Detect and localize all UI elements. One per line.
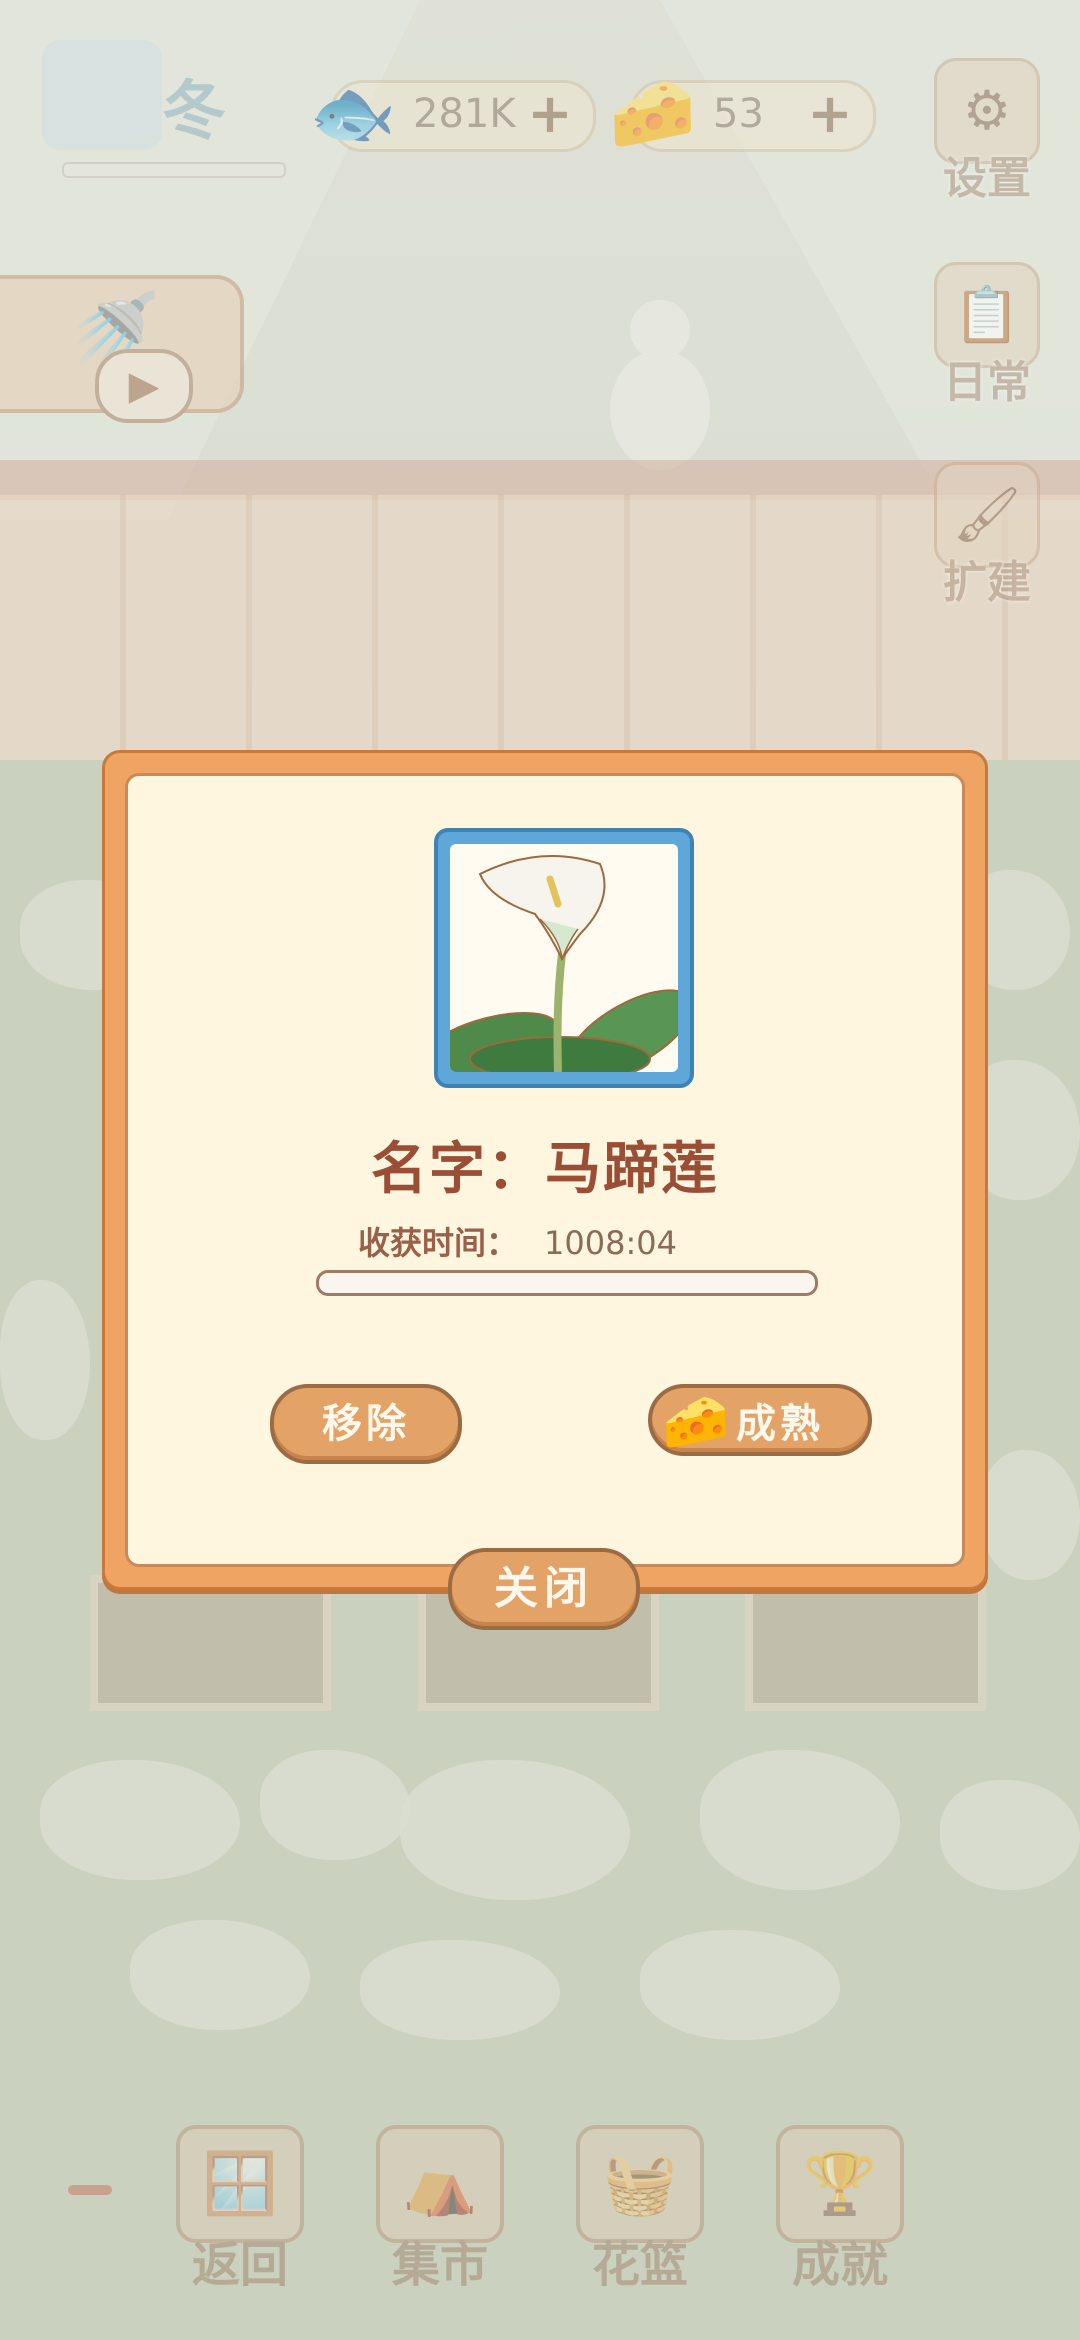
plant-info-dialog: 名字：马蹄莲 收获时间： 1008:04 移除 🧀 成熟 <box>102 750 988 1590</box>
daily-label: 日常 <box>943 357 1031 408</box>
cheese-icon: 🧀 <box>609 72 697 154</box>
season-progress-bar <box>62 162 286 178</box>
nav-basket[interactable]: 🧺 花篮 <box>575 2125 705 2295</box>
collapse-handle[interactable] <box>68 2185 112 2195</box>
settings-button[interactable]: ⚙ 设置 <box>932 58 1042 204</box>
nav-back-label: 返回 <box>191 2237 288 2293</box>
season-label: 冬 <box>162 75 226 149</box>
nav-market-label: 集市 <box>391 2237 488 2293</box>
nav-achievement[interactable]: 🏆 成就 <box>775 2125 905 2295</box>
harvest-time-value: 1008:04 <box>544 1224 677 1262</box>
nav-achievement-label: 成就 <box>791 2237 888 2293</box>
daily-button[interactable]: 📋 日常 <box>932 262 1042 408</box>
growth-progress-bar <box>316 1270 818 1296</box>
winter-tree-icon <box>42 40 162 150</box>
bottom-navigation: 🪟 返回 ⛺ 集市 🧺 花篮 🏆 成就 <box>0 2110 1080 2310</box>
fish-amount: 281K <box>413 91 516 137</box>
harvest-time-label: 收获时间： <box>358 1224 519 1262</box>
plant-name: 名字：马蹄莲 <box>371 1137 719 1202</box>
settings-label: 设置 <box>943 153 1031 204</box>
add-cheese-button[interactable]: + <box>805 87 855 141</box>
expand-button[interactable]: 🖌 扩建 <box>932 462 1042 608</box>
calla-lily-image <box>450 844 678 1072</box>
cheese-amount: 53 <box>713 91 764 137</box>
remove-button[interactable]: 移除 <box>270 1384 462 1464</box>
nav-basket-label: 花篮 <box>591 2237 688 2293</box>
add-fish-button[interactable]: + <box>525 87 575 141</box>
harvest-time-row: 收获时间： 1008:04 <box>358 1218 677 1264</box>
ripen-button[interactable]: 🧀 成熟 <box>648 1384 872 1456</box>
season-indicator[interactable]: 冬 <box>42 40 286 178</box>
cheese-currency: 🧀 53 + <box>609 72 876 154</box>
fish-currency: 🐟 281K + <box>309 72 596 154</box>
nav-market[interactable]: ⛺ 集市 <box>375 2125 505 2295</box>
dialog-panel: 名字：马蹄莲 收获时间： 1008:04 移除 🧀 成熟 <box>125 773 965 1567</box>
plant-image-frame <box>434 828 694 1088</box>
nav-back[interactable]: 🪟 返回 <box>175 2125 305 2295</box>
cheese-icon: 🧀 <box>662 1390 734 1453</box>
fish-bone-icon: 🐟 <box>309 72 397 154</box>
play-icon: ▶ <box>95 349 193 423</box>
ripen-label: 成熟 <box>736 1401 824 1447</box>
close-button[interactable]: 关闭 <box>448 1548 640 1630</box>
expand-label: 扩建 <box>943 557 1031 608</box>
watering-video-button[interactable]: 🚿 ▶ <box>0 275 244 423</box>
